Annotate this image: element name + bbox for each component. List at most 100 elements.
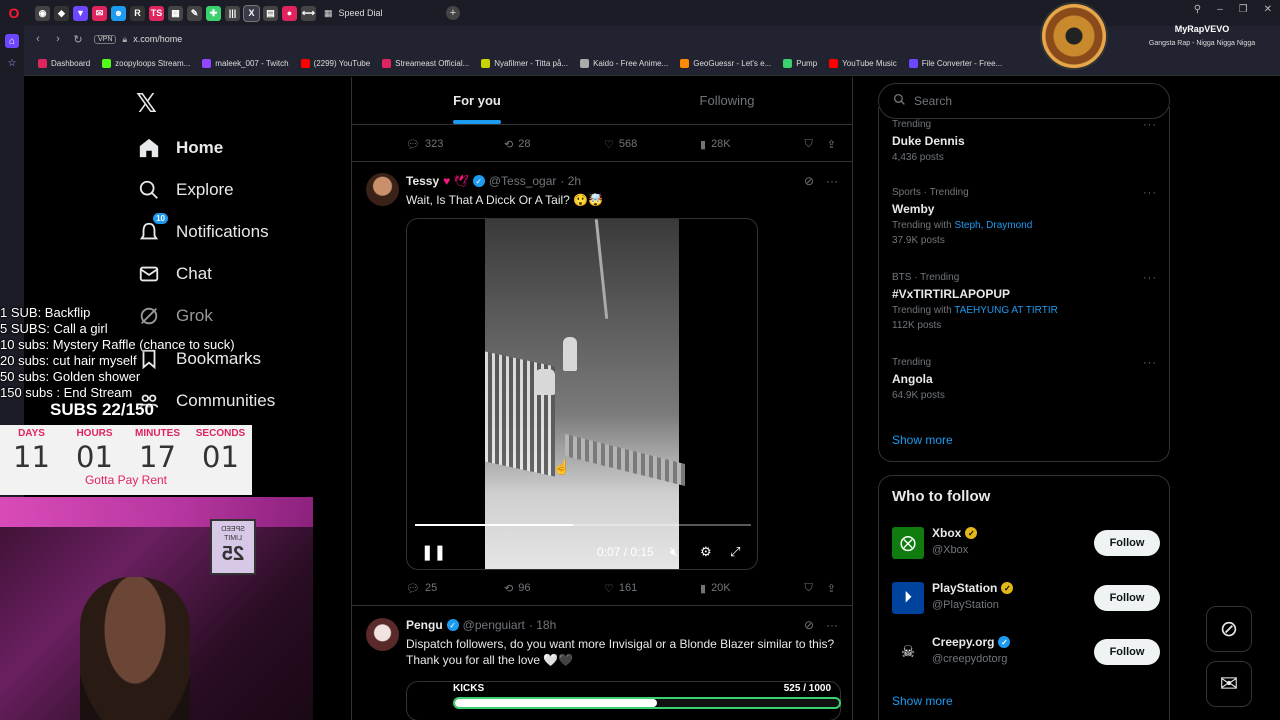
tab-icon-puzzle[interactable]: ✚ xyxy=(206,5,221,21)
trend-with-names[interactable]: TAEHYUNG AT TIRTIR xyxy=(954,305,1058,316)
bookmark-item[interactable]: Kaido - Free Anime... xyxy=(580,59,668,68)
lock-icon[interactable]: 🔒︎ xyxy=(122,34,127,45)
more-icon[interactable]: ··· xyxy=(826,618,838,632)
grok-float-button[interactable]: ⊘ xyxy=(1206,606,1252,652)
trend-item[interactable]: BTS · Trending #VxTIRTIRLAPOPUP Trending w… xyxy=(892,272,1157,331)
account-avatar-icon[interactable]: ⏵ xyxy=(892,582,924,614)
bookmark-item[interactable]: YouTube Music xyxy=(829,59,897,68)
repost-button[interactable]: ⟲ 96 xyxy=(504,582,604,595)
bookmark-item[interactable]: File Converter - Free... xyxy=(908,59,1002,68)
follow-button[interactable]: Follow xyxy=(1094,639,1160,665)
tab-icon-ts[interactable]: TS xyxy=(149,5,164,21)
video-progress-bar[interactable] xyxy=(415,524,751,526)
author-handle[interactable]: @penguiart xyxy=(463,618,525,632)
bookmark-item[interactable]: Pump xyxy=(783,59,817,68)
grok-explain-icon[interactable]: ⊘ xyxy=(804,618,814,632)
pause-icon[interactable]: ❚❚ xyxy=(421,543,446,561)
follow-button[interactable]: Follow xyxy=(1094,585,1160,611)
bookmark-item[interactable]: Nyafilmer - Titta på... xyxy=(481,59,568,68)
bookmark-item[interactable]: Dashboard xyxy=(38,59,90,68)
views-button[interactable]: ▮ 28K xyxy=(700,138,800,151)
author-name[interactable]: Pengu xyxy=(406,618,443,632)
account-name[interactable]: Xbox ✓ xyxy=(932,526,978,540)
mute-icon[interactable]: 🔇︎ xyxy=(670,544,678,560)
tab-icon-r[interactable]: R xyxy=(130,5,145,21)
tab-icon-mail[interactable]: ✉ xyxy=(92,5,107,21)
messages-float-button[interactable]: ✉ xyxy=(1206,661,1252,707)
share-button[interactable]: ⇪ xyxy=(827,582,836,595)
video-player[interactable]: ❚❚ 0:07 / 0:15 🔇︎ ⚙ ⤢ xyxy=(406,218,758,570)
account-avatar-icon[interactable]: ☠ xyxy=(892,636,924,668)
account-name[interactable]: Creepy.org ✓ xyxy=(932,635,1011,649)
tab-icon-shield[interactable]: ▼ xyxy=(73,5,88,21)
x-logo-icon[interactable]: 𝕏 xyxy=(136,89,157,119)
follow-suggestion[interactable]: ☠ Creepy.org ✓ @creepydotorg Follow xyxy=(892,633,1160,673)
more-icon[interactable]: ··· xyxy=(1143,357,1157,369)
account-name[interactable]: PlayStation ✓ xyxy=(932,581,1014,595)
tab-icon-x[interactable]: X xyxy=(243,4,260,22)
author-handle[interactable]: @Tess_ogar xyxy=(489,174,557,188)
tab-for-you[interactable]: For you xyxy=(352,77,602,124)
follow-suggestion[interactable]: ⨂ Xbox ✓ @Xbox Follow xyxy=(892,524,1160,564)
like-button[interactable]: ♡ 161 xyxy=(604,582,700,595)
tab-icon-grid[interactable]: ▦ xyxy=(168,5,183,21)
tab-speed-dial[interactable]: ▦ Speed Dial xyxy=(324,8,444,19)
tab-icon-edit[interactable]: ✎ xyxy=(187,5,202,21)
views-button[interactable]: ▮ 20K xyxy=(700,582,800,595)
trend-with-names[interactable]: Steph, Draymond xyxy=(954,220,1032,231)
tab-icon-book[interactable]: ▤ xyxy=(263,5,278,21)
tab-icon-link[interactable]: ⟷ xyxy=(301,5,316,21)
tweet-time[interactable]: · 18h xyxy=(529,618,556,632)
more-icon[interactable]: ··· xyxy=(1143,272,1157,284)
nav-explore[interactable]: Explore xyxy=(138,172,234,208)
more-icon[interactable]: ··· xyxy=(826,174,838,188)
trend-item[interactable]: Trending Duke Dennis 4,436 posts ··· xyxy=(892,119,1157,163)
follow-suggestion[interactable]: ⏵ PlayStation ✓ @PlayStation Follow xyxy=(892,579,1160,619)
vpn-badge[interactable]: VPN xyxy=(94,34,117,44)
search-input[interactable]: Search xyxy=(878,83,1170,119)
like-button[interactable]: ♡ 568 xyxy=(604,138,700,151)
url-field[interactable]: x.com/home xyxy=(133,34,182,44)
reply-button[interactable]: 💬︎ 25 xyxy=(406,582,504,595)
reply-button[interactable]: 💬︎ 323 xyxy=(406,138,504,151)
share-button[interactable]: ⇪ xyxy=(827,138,836,151)
pin-sidebar-icon[interactable]: ☆ xyxy=(5,56,19,70)
tab-icon-bot[interactable]: ☻ xyxy=(111,5,126,21)
repost-button[interactable]: ⟲ 28 xyxy=(504,138,604,151)
grok-explain-icon[interactable]: ⊘ xyxy=(804,174,814,188)
back-icon[interactable]: ‹ xyxy=(28,33,48,45)
show-more-follow-link[interactable]: Show more xyxy=(892,694,953,708)
avatar[interactable] xyxy=(366,173,399,206)
bookmark-item[interactable]: GeoGuessr - Let's e... xyxy=(680,59,771,68)
tab-icon-diamond[interactable]: ◆ xyxy=(54,5,69,21)
tab-icon-bars[interactable]: ||| xyxy=(225,5,240,21)
avatar[interactable] xyxy=(366,618,399,651)
new-tab-button[interactable]: + xyxy=(446,6,460,20)
show-more-trends-link[interactable]: Show more xyxy=(892,433,953,447)
fullscreen-icon[interactable]: ⤢ xyxy=(730,544,740,560)
bookmark-item[interactable]: (2299) YouTube xyxy=(300,59,370,68)
bookmark-button[interactable]: ⛉ xyxy=(805,582,813,595)
tab-following[interactable]: Following xyxy=(602,77,852,124)
bookmark-item[interactable]: zoopyloops Stream... xyxy=(102,59,190,68)
trend-item[interactable]: Sports · Trending Wemby Trending with Step… xyxy=(892,187,1157,246)
tweet-time[interactable]: · 2h xyxy=(560,174,581,188)
follow-button[interactable]: Follow xyxy=(1094,530,1160,556)
bookmark-item[interactable]: Streameast Official... xyxy=(382,59,469,68)
nav-home[interactable]: Home xyxy=(138,130,223,166)
settings-icon[interactable]: ⚙ xyxy=(700,544,712,560)
more-icon[interactable]: ··· xyxy=(1143,119,1157,131)
nav-chat[interactable]: Chat xyxy=(138,256,212,292)
forward-icon[interactable]: › xyxy=(48,33,68,45)
account-avatar-icon[interactable]: ⨂ xyxy=(892,527,924,559)
reload-icon[interactable]: ↻ xyxy=(68,33,88,46)
tab-icon-record[interactable]: ● xyxy=(282,5,297,21)
bookmark-button[interactable]: ⛉ xyxy=(805,138,813,151)
nav-notifications[interactable]: 10 Notifications xyxy=(138,213,269,250)
home-sidebar-icon[interactable]: ⌂ xyxy=(5,34,19,48)
bookmark-item[interactable]: maleek_007 - Twitch xyxy=(202,59,289,68)
tab-icon-chrome[interactable]: ◉ xyxy=(35,5,50,21)
more-icon[interactable]: ··· xyxy=(1143,187,1157,199)
author-name[interactable]: Tessy xyxy=(406,174,439,188)
opera-logo-icon[interactable]: O xyxy=(3,2,25,24)
